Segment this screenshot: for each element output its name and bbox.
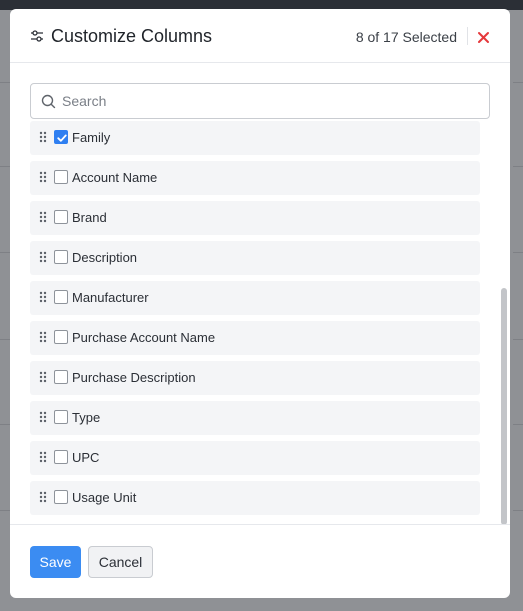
column-checkbox[interactable] (54, 330, 68, 344)
column-checkbox[interactable] (54, 250, 68, 264)
column-item-usage-unit[interactable]: Usage Unit (30, 481, 480, 515)
backdrop-divider (0, 424, 10, 425)
column-label: Usage Unit (72, 490, 137, 505)
drag-handle-icon[interactable] (39, 291, 47, 303)
column-checkbox[interactable] (54, 490, 68, 504)
column-checkbox[interactable] (54, 130, 68, 144)
customize-columns-modal: Customize Columns 8 of 17 Selected Searc… (10, 9, 510, 598)
column-checkbox[interactable] (54, 170, 68, 184)
column-item-description[interactable]: Description (30, 241, 480, 275)
column-item-manufacturer[interactable]: Manufacturer (30, 281, 480, 315)
close-button[interactable] (475, 28, 493, 46)
backdrop-divider (0, 82, 10, 83)
column-label: Account Name (72, 170, 158, 185)
drag-handle-icon[interactable] (39, 371, 47, 383)
column-label: Family (72, 130, 111, 145)
column-item-account-name[interactable]: Account Name (30, 161, 480, 195)
backdrop-divider (513, 339, 523, 340)
column-checkbox[interactable] (54, 290, 68, 304)
selected-count: 8 of 17 Selected (355, 29, 457, 45)
drag-handle-icon[interactable] (39, 251, 47, 263)
backdrop-divider (0, 510, 10, 511)
search-input[interactable] (62, 84, 482, 118)
column-item-type[interactable]: Type (30, 401, 480, 435)
search-box (30, 83, 490, 119)
column-label: Purchase Account Name (72, 330, 216, 345)
modal-header: Customize Columns 8 of 17 Selected (10, 9, 510, 63)
drag-handle-icon[interactable] (39, 451, 47, 463)
column-label: Description (72, 250, 138, 265)
sliders-icon (31, 30, 43, 42)
modal-footer: Save Cancel (10, 524, 510, 598)
column-item-brand[interactable]: Brand (30, 201, 480, 235)
column-item-upc[interactable]: UPC (30, 441, 480, 475)
drag-handle-icon[interactable] (39, 211, 47, 223)
drag-handle-icon[interactable] (39, 331, 47, 343)
drag-handle-icon[interactable] (39, 491, 47, 503)
drag-handle-icon[interactable] (39, 131, 47, 143)
column-label: Manufacturer (72, 290, 149, 305)
column-checkbox[interactable] (54, 410, 68, 424)
drag-handle-icon[interactable] (39, 411, 47, 423)
backdrop-divider (513, 510, 523, 511)
column-list[interactable]: Family Account Name Brand Description Ma… (30, 121, 490, 525)
modal-title: Customize Columns (51, 26, 213, 46)
column-item-family[interactable]: Family (30, 121, 480, 155)
backdrop-divider (513, 166, 523, 167)
column-label: Brand (72, 210, 107, 225)
save-button[interactable]: Save (30, 546, 81, 578)
backdrop-divider (0, 252, 10, 253)
column-checkbox[interactable] (54, 370, 68, 384)
column-item-purchase-account-name[interactable]: Purchase Account Name (30, 321, 480, 355)
column-label: UPC (72, 450, 100, 465)
backdrop-divider (513, 82, 523, 83)
search-icon (41, 94, 56, 109)
close-icon (478, 32, 489, 43)
header-divider (467, 27, 468, 45)
column-checkbox[interactable] (54, 210, 68, 224)
backdrop-divider (513, 252, 523, 253)
scrollbar-thumb[interactable] (501, 288, 507, 525)
drag-handle-icon[interactable] (39, 171, 47, 183)
column-item-purchase-description[interactable]: Purchase Description (30, 361, 480, 395)
list-scrollbar[interactable] (501, 123, 507, 525)
backdrop-divider (513, 424, 523, 425)
cancel-button[interactable]: Cancel (88, 546, 153, 578)
column-checkbox[interactable] (54, 450, 68, 464)
column-label: Type (72, 410, 101, 425)
backdrop-divider (0, 339, 10, 340)
column-label: Purchase Description (72, 370, 196, 385)
checkmark-icon (57, 134, 67, 142)
backdrop-divider (0, 166, 10, 167)
